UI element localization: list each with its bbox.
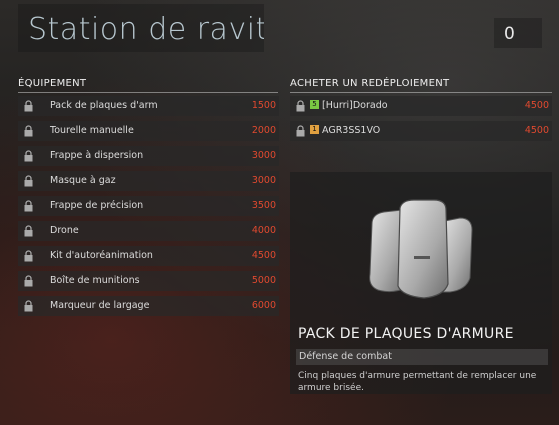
equipment-heading: ÉQUIPEMENT xyxy=(18,78,278,93)
rank-badge: 5 xyxy=(310,100,319,109)
lock-icon xyxy=(24,300,33,312)
redeploy-list: 5 [Hurri]Dorado 4500 1 AGR3SS1VO 4500 xyxy=(290,96,552,146)
item-label: Pack de plaques d'arm xyxy=(50,100,158,111)
item-title: PACK DE PLAQUES D'ARMURE xyxy=(298,326,514,342)
item-price: 1500 xyxy=(251,100,276,111)
lock-icon xyxy=(24,150,33,162)
item-label: Boîte de munitions xyxy=(50,275,140,286)
item-price: 6000 xyxy=(251,300,276,311)
item-category-label: Défense de combat xyxy=(299,351,392,362)
lock-icon xyxy=(24,275,33,287)
item-label: Marqueur de largage xyxy=(50,300,150,311)
lock-icon xyxy=(24,175,33,187)
redeploy-player-row[interactable]: 5 [Hurri]Dorado 4500 xyxy=(290,96,552,116)
lock-icon xyxy=(24,225,33,237)
redeploy-price: 4500 xyxy=(524,100,549,111)
item-price: 5000 xyxy=(251,275,276,286)
equipment-item-gas-mask[interactable]: Masque à gaz 3000 xyxy=(18,171,279,191)
equipment-item-cluster-strike[interactable]: Frappe à dispersion 3000 xyxy=(18,146,279,166)
item-price: 3500 xyxy=(251,200,276,211)
page-title: Station de ravitaillement xyxy=(28,12,264,47)
item-category: Défense de combat xyxy=(296,349,548,365)
player-name: [Hurri]Dorado xyxy=(322,100,388,111)
item-description: Cinq plaques d'armure permettant de remp… xyxy=(298,371,537,393)
equipment-item-ammo-box[interactable]: Boîte de munitions 5000 xyxy=(18,271,279,291)
armor-plates-image xyxy=(369,199,473,299)
item-label: Drone xyxy=(50,225,79,236)
lock-icon xyxy=(24,100,33,112)
cash-value: 0 xyxy=(504,24,515,44)
item-label: Tourelle manuelle xyxy=(50,125,134,136)
item-price: 3000 xyxy=(251,175,276,186)
equipment-item-drone[interactable]: Drone 4000 xyxy=(18,221,279,241)
redeploy-player-row[interactable]: 1 AGR3SS1VO 4500 xyxy=(290,121,552,141)
lock-icon xyxy=(296,125,305,137)
player-label: 5 [Hurri]Dorado xyxy=(310,100,388,111)
player-label: 1 AGR3SS1VO xyxy=(310,125,380,136)
redeploy-heading: ACHETER UN REDÉPLOIEMENT xyxy=(290,78,552,93)
equipment-item-self-revive[interactable]: Kit d'autoréanimation 4500 xyxy=(18,246,279,266)
item-label: Masque à gaz xyxy=(50,175,116,186)
title-bar: Station de ravitaillement xyxy=(18,4,264,52)
item-price: 4000 xyxy=(251,225,276,236)
item-detail-panel: PACK DE PLAQUES D'ARMURE Défense de comb… xyxy=(290,172,552,394)
rank-badge: 1 xyxy=(310,125,319,134)
equipment-item-armor-plates[interactable]: Pack de plaques d'arm 1500 xyxy=(18,96,279,116)
redeploy-price: 4500 xyxy=(524,125,549,136)
player-name: AGR3SS1VO xyxy=(322,125,381,136)
equipment-list: Pack de plaques d'arm 1500 Tourelle manu… xyxy=(18,96,279,321)
cash-counter: 0 xyxy=(494,18,542,48)
item-label: Kit d'autoréanimation xyxy=(50,250,153,261)
lock-icon xyxy=(24,250,33,262)
item-label: Frappe à dispersion xyxy=(50,150,144,161)
lock-icon xyxy=(24,125,33,137)
item-price: 3000 xyxy=(251,150,276,161)
equipment-item-manual-turret[interactable]: Tourelle manuelle 2000 xyxy=(18,121,279,141)
lock-icon xyxy=(24,200,33,212)
lock-icon xyxy=(296,100,305,112)
equipment-item-precision-strike[interactable]: Frappe de précision 3500 xyxy=(18,196,279,216)
item-label: Frappe de précision xyxy=(50,200,144,211)
equipment-item-drop-marker[interactable]: Marqueur de largage 6000 xyxy=(18,296,279,316)
item-price: 2000 xyxy=(251,125,276,136)
item-price: 4500 xyxy=(251,250,276,261)
